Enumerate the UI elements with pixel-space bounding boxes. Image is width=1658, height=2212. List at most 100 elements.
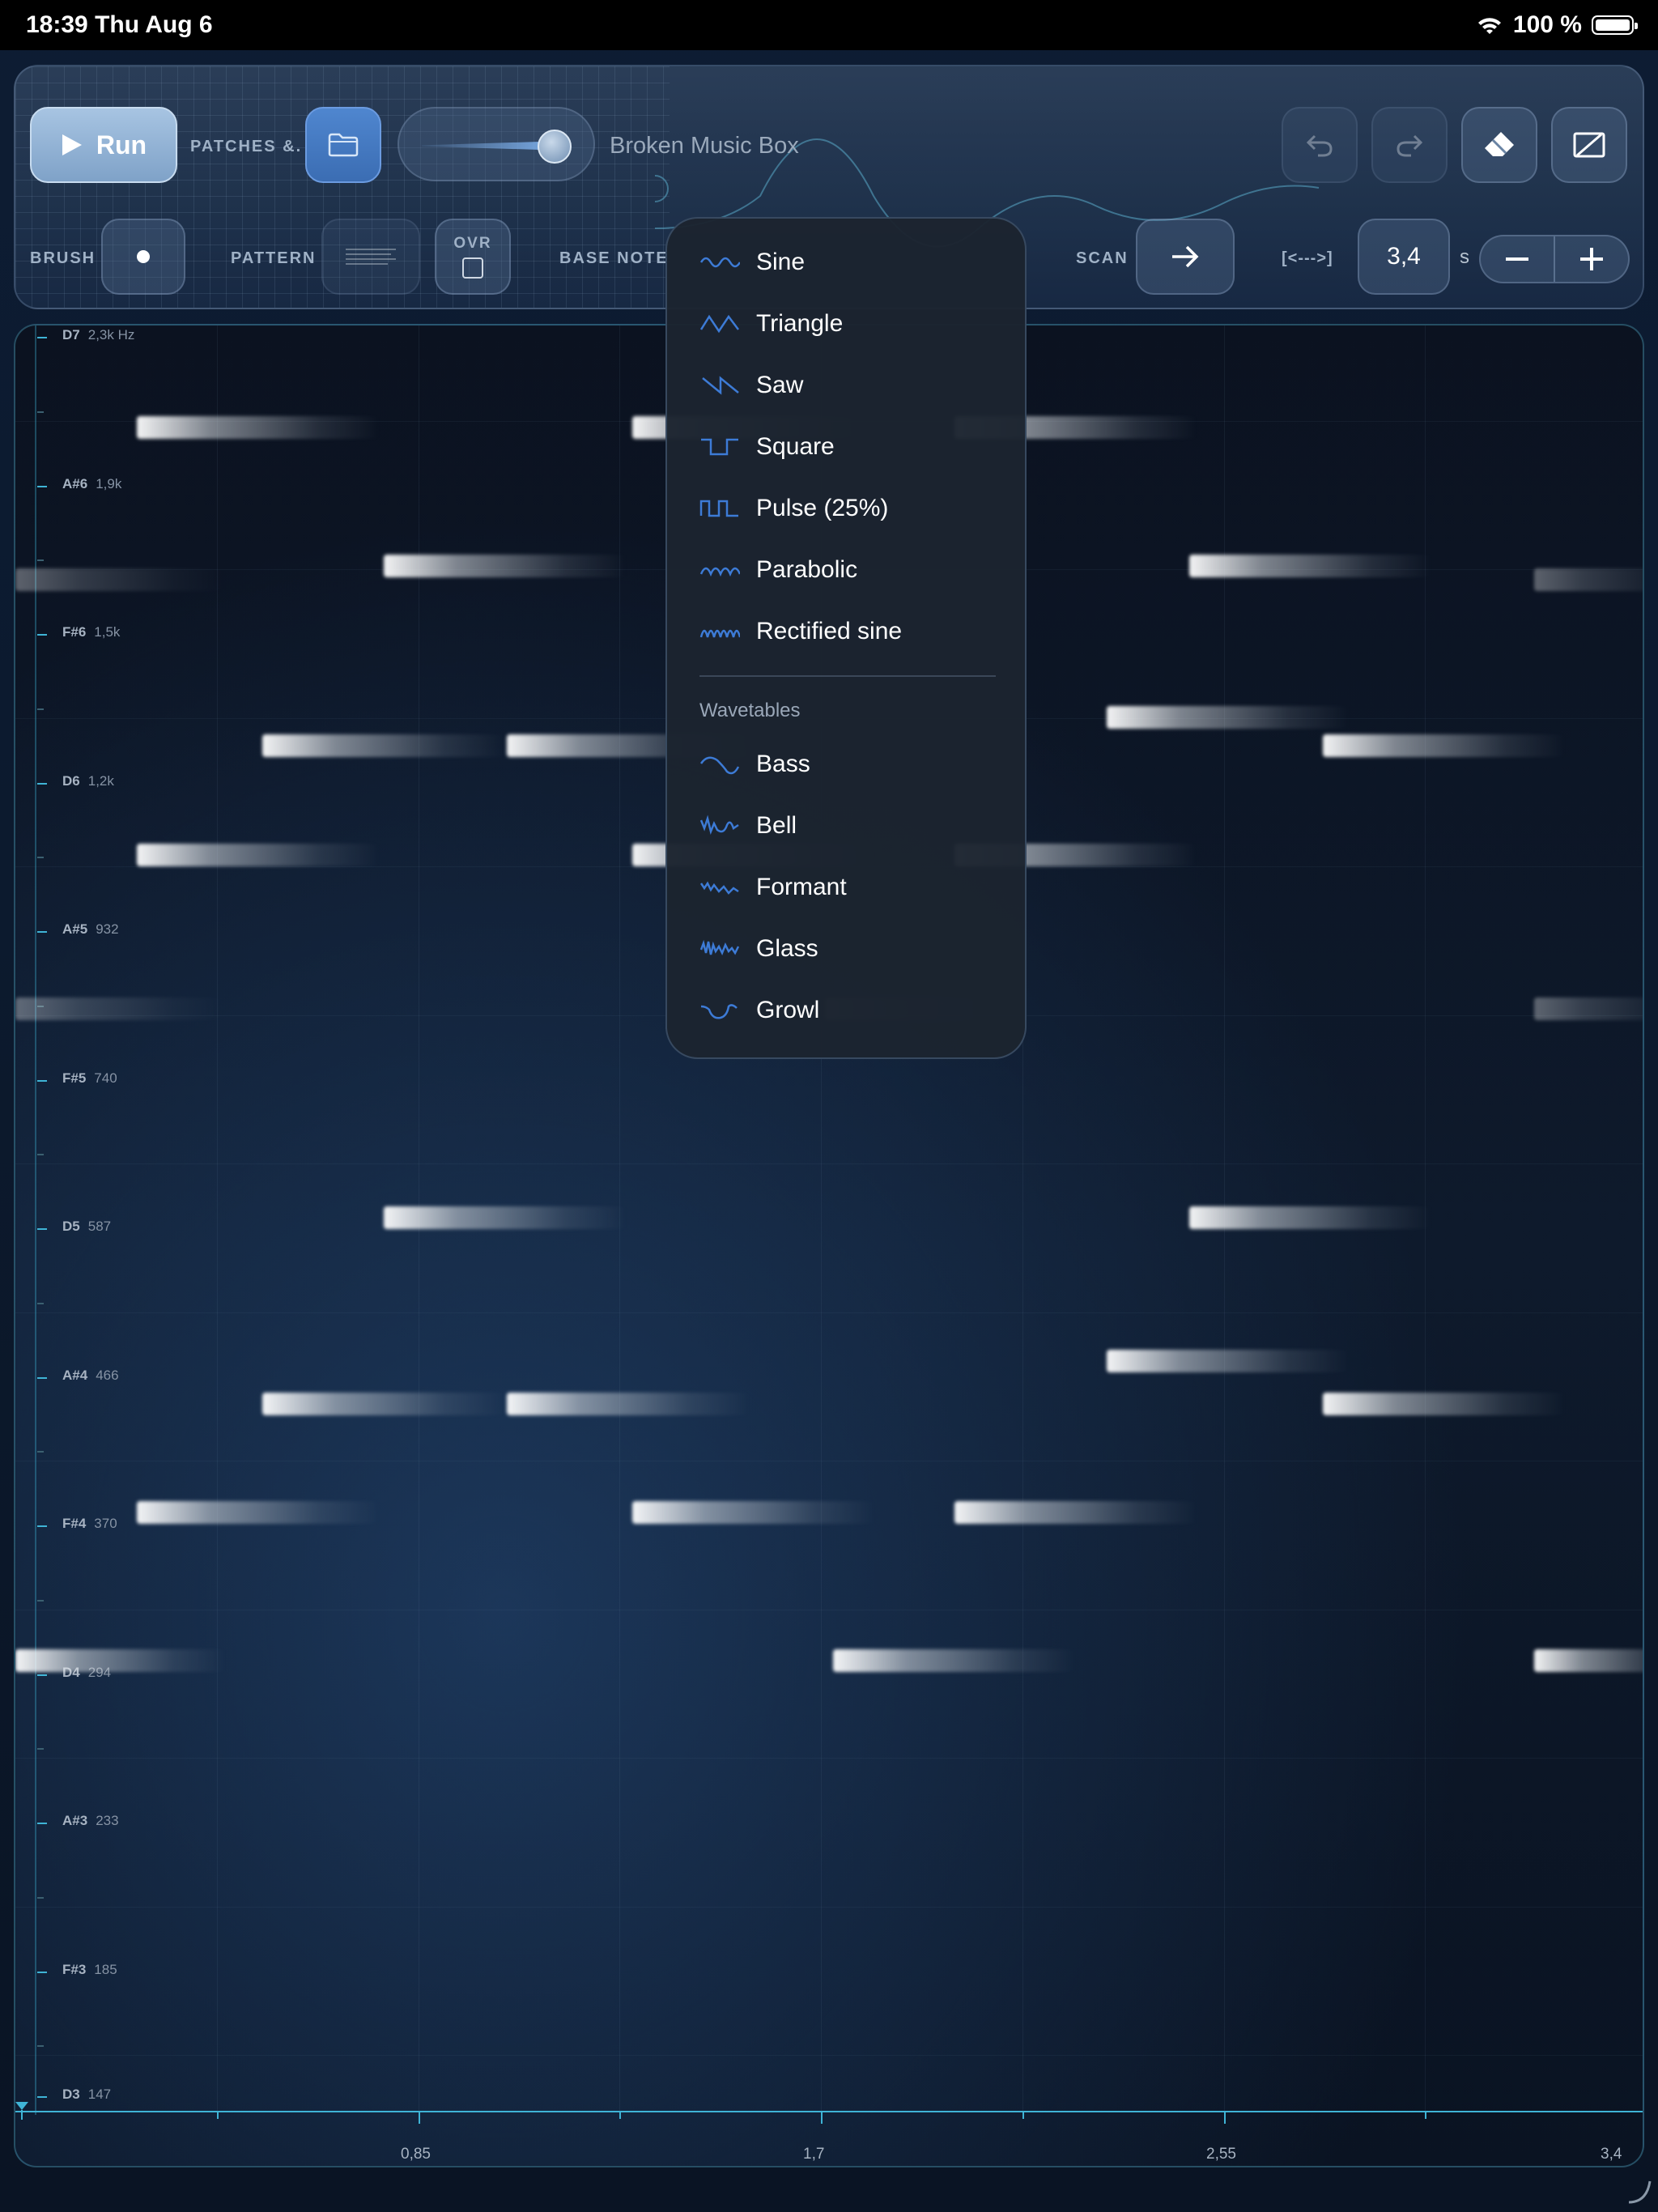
pitch-tick (37, 485, 47, 487)
painted-note[interactable] (15, 568, 226, 591)
waveform-option-sine[interactable]: Sine (699, 238, 805, 287)
pitch-label: F#4 370 (62, 1516, 117, 1532)
wavetable-option-bass[interactable]: Bass (699, 740, 810, 789)
volume-slider-knob[interactable] (538, 130, 572, 164)
duration-field[interactable]: 3,4 (1358, 219, 1450, 295)
screen-toggle-button[interactable] (1551, 107, 1627, 183)
grid-column-line (217, 325, 218, 2111)
time-tick (1022, 2112, 1024, 2119)
redo-button[interactable] (1371, 107, 1448, 183)
painted-note[interactable] (137, 844, 380, 866)
ovr-toggle[interactable]: OVR (435, 219, 511, 295)
painted-note[interactable] (954, 1501, 1197, 1524)
ovr-checkbox[interactable] (462, 257, 483, 279)
painted-note[interactable] (384, 555, 627, 577)
formant-wave-icon (699, 881, 739, 895)
time-tick (419, 2112, 420, 2124)
grid-row-line (15, 1312, 1643, 1313)
pitch-note: A#4 (62, 1367, 88, 1383)
pitch-tick (37, 2096, 47, 2098)
pitch-tick (37, 1079, 47, 1082)
painted-note[interactable] (137, 1501, 380, 1524)
saw-wave-icon (702, 376, 739, 395)
waveform-option-rectified-sine[interactable]: Rectified sine (699, 607, 902, 656)
pitch-frequency: 1,9k (96, 475, 122, 491)
painted-note[interactable] (1323, 734, 1566, 757)
pitch-minor-tick (37, 410, 44, 413)
painted-note[interactable] (1107, 1350, 1350, 1372)
grid-row-line (15, 2055, 1643, 2057)
waveform-option-square[interactable]: Square (699, 423, 835, 471)
waveform-option-parabolic[interactable]: Parabolic (699, 546, 857, 594)
triangle-wave-icon (699, 314, 739, 334)
patches-label: PATCHES &. (190, 138, 303, 155)
pitch-tick (37, 634, 47, 636)
grid-row-line (15, 1163, 1643, 1165)
painted-note[interactable] (1323, 1393, 1566, 1415)
pitch-label: F#6 1,5k (62, 624, 120, 640)
painted-note[interactable] (384, 1206, 627, 1229)
pitch-tick (37, 1823, 47, 1824)
bass-wave-icon (699, 756, 740, 775)
bell-wave-icon (699, 815, 739, 836)
painted-note[interactable] (262, 1393, 505, 1415)
painted-note[interactable] (15, 998, 226, 1020)
pitch-minor-tick (37, 1302, 44, 1304)
wavetable-option-bell[interactable]: Bell (699, 802, 797, 850)
wavetable-option-formant[interactable]: Formant (699, 863, 847, 912)
redo-icon (1397, 134, 1423, 157)
waveform-option-triangle[interactable]: Triangle (699, 300, 843, 348)
painted-note[interactable] (15, 1649, 226, 1672)
wavetable-option-glass[interactable]: Glass (699, 925, 818, 973)
run-label: Run (96, 130, 147, 160)
resize-handle-icon[interactable] (1626, 2178, 1653, 2206)
pitch-frequency: 466 (96, 1367, 119, 1383)
painted-note[interactable] (1189, 1206, 1432, 1229)
status-right: 100 % (1476, 11, 1638, 39)
grid-row-line (15, 1758, 1643, 1759)
pitch-tick (37, 1376, 47, 1379)
rectified-sine-icon (699, 629, 740, 638)
pitch-frequency: 147 (87, 2087, 112, 2102)
undo-button[interactable] (1282, 107, 1358, 183)
time-label: 2,55 (1206, 2146, 1236, 2163)
wavetable-option-growl[interactable]: Growl (699, 986, 819, 1035)
waveform-option-saw[interactable]: Saw (699, 361, 803, 410)
arrow-right-icon (1172, 245, 1199, 268)
pattern-button[interactable] (321, 219, 420, 295)
wavetable-option-label: Formant (756, 874, 847, 900)
pitch-frequency: 2,3k Hz (87, 327, 135, 342)
time-tick (821, 2112, 823, 2124)
painted-note[interactable] (833, 1649, 1076, 1672)
painted-note[interactable] (1534, 1649, 1643, 1672)
open-patch-button[interactable] (305, 107, 381, 183)
pitch-frequency: 932 (96, 921, 119, 937)
painted-note[interactable] (1534, 998, 1643, 1020)
minus-icon (1506, 257, 1528, 261)
painted-note[interactable] (507, 1393, 750, 1415)
duration-increment-button[interactable] (1555, 236, 1628, 282)
scan-direction-button[interactable] (1136, 219, 1235, 295)
painted-note[interactable] (1107, 706, 1350, 729)
pitch-minor-tick (37, 1154, 44, 1156)
pitch-label: D6 1,2k (62, 773, 114, 789)
duration-decrement-button[interactable] (1481, 236, 1555, 282)
painted-note[interactable] (137, 416, 380, 439)
brush-button[interactable] (101, 219, 185, 295)
pitch-note: D7 (62, 327, 80, 342)
volume-slider[interactable] (397, 107, 595, 181)
status-time: 18:39 Thu Aug 6 (26, 11, 213, 38)
pitch-label: A#6 1,9k (62, 476, 121, 492)
pitch-note: A#5 (62, 921, 88, 937)
eraser-button[interactable] (1461, 107, 1537, 183)
painted-note[interactable] (632, 1501, 875, 1524)
wavetables-header: Wavetables (699, 700, 801, 721)
waveform-option-pulse[interactable]: Pulse (25%) (699, 484, 888, 533)
pitch-minor-tick (37, 1896, 44, 1899)
painted-note[interactable] (262, 734, 505, 757)
painted-note[interactable] (1534, 568, 1643, 591)
painted-note[interactable] (1189, 555, 1432, 577)
waveform-option-label: Sine (756, 249, 806, 275)
time-tick (1224, 2112, 1226, 2124)
run-button[interactable]: Run (30, 107, 177, 183)
